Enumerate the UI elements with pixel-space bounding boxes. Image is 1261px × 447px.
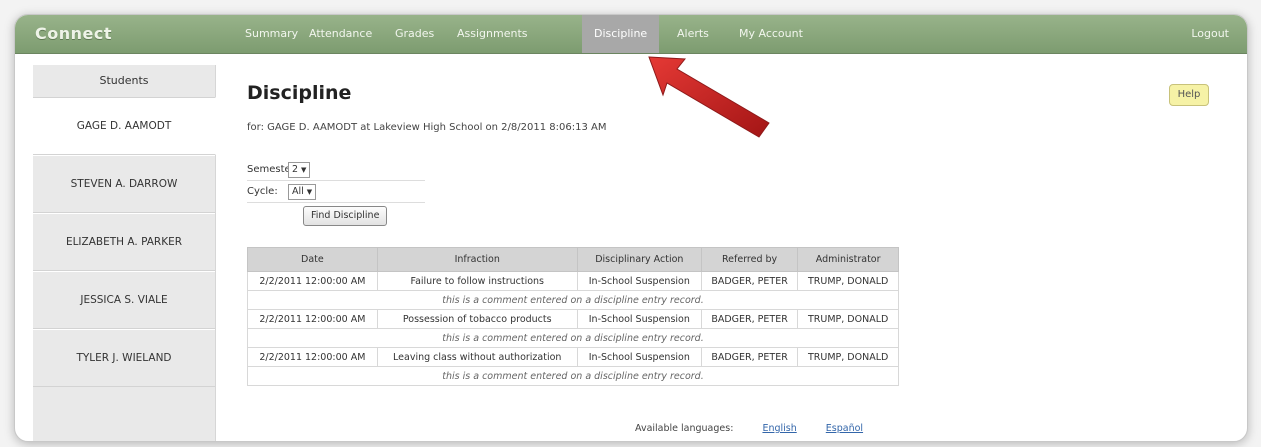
page-subtitle: for: GAGE D. AAMODT at Lakeview High Sch… xyxy=(247,122,607,133)
table-row: 2/2/2011 12:00:00 AM Possession of tobac… xyxy=(247,309,899,329)
col-referred-by[interactable]: Referred by xyxy=(700,247,799,272)
nav-attendance[interactable]: Attendance xyxy=(297,15,384,53)
chevron-down-icon: ▼ xyxy=(301,165,307,174)
student-item-elizabeth-parker[interactable]: ELIZABETH A. PARKER xyxy=(33,213,215,271)
col-administrator[interactable]: Administrator xyxy=(797,247,899,272)
comment-row: this is a comment entered on a disciplin… xyxy=(247,290,899,310)
brand-logo: Connect xyxy=(35,24,112,43)
cell-administrator: TRUMP, DONALD xyxy=(797,271,899,291)
nav-assignments[interactable]: Assignments xyxy=(445,15,540,53)
app-window: Connect Summary Attendance Grades Assign… xyxy=(14,14,1248,442)
language-selector: Available languages: English Español xyxy=(635,423,863,434)
cycle-row: Cycle: All ▼ xyxy=(247,181,425,203)
table-header-row: Date Infraction Disciplinary Action Refe… xyxy=(247,247,899,272)
cell-date: 2/2/2011 12:00:00 AM xyxy=(247,347,378,367)
cell-action: In-School Suspension xyxy=(576,271,702,291)
cell-referred-by: BADGER, PETER xyxy=(700,347,799,367)
cell-comment: this is a comment entered on a disciplin… xyxy=(247,290,899,310)
red-pointer-arrow-icon xyxy=(648,56,770,138)
top-navigation: Connect Summary Attendance Grades Assign… xyxy=(15,15,1247,54)
cell-infraction: Leaving class without authorization xyxy=(376,347,578,367)
semester-row: Semester: 2 ▼ xyxy=(247,159,425,181)
table-row: 2/2/2011 12:00:00 AM Leaving class witho… xyxy=(247,347,899,367)
language-english-link[interactable]: English xyxy=(762,423,796,434)
nav-grades[interactable]: Grades xyxy=(383,15,446,53)
cell-date: 2/2/2011 12:00:00 AM xyxy=(247,271,378,291)
cycle-value: All xyxy=(292,185,304,197)
cell-infraction: Failure to follow instructions xyxy=(376,271,578,291)
cell-action: In-School Suspension xyxy=(576,309,702,329)
cell-comment: this is a comment entered on a disciplin… xyxy=(247,366,899,386)
logout-link[interactable]: Logout xyxy=(1179,15,1241,53)
find-discipline-button[interactable]: Find Discipline xyxy=(303,206,388,226)
cell-administrator: TRUMP, DONALD xyxy=(797,309,899,329)
discipline-table: Date Infraction Disciplinary Action Refe… xyxy=(247,247,899,386)
nav-my-account[interactable]: My Account xyxy=(727,15,815,53)
col-disciplinary-action[interactable]: Disciplinary Action xyxy=(576,247,702,272)
languages-label: Available languages: xyxy=(635,423,734,434)
comment-row: this is a comment entered on a disciplin… xyxy=(247,366,899,386)
col-infraction[interactable]: Infraction xyxy=(376,247,578,272)
student-item-steven-darrow[interactable]: STEVEN A. DARROW xyxy=(33,155,215,213)
chevron-down-icon: ▼ xyxy=(306,187,313,196)
filter-form: Semester: 2 ▼ Cycle: All ▼ Find Discipline xyxy=(247,159,425,229)
col-date[interactable]: Date xyxy=(247,247,378,272)
language-espanol-link[interactable]: Español xyxy=(826,423,863,434)
sidebar-title: Students xyxy=(99,74,149,87)
nav-alerts[interactable]: Alerts xyxy=(665,15,721,53)
cycle-select[interactable]: All ▼ xyxy=(288,183,317,200)
student-item-gage-aamodt[interactable]: GAGE D. AAMODT xyxy=(33,97,216,155)
find-row: Find Discipline xyxy=(247,203,425,229)
cell-administrator: TRUMP, DONALD xyxy=(797,347,899,367)
table-row: 2/2/2011 12:00:00 AM Failure to follow i… xyxy=(247,271,899,291)
student-item-jessica-viale[interactable]: JESSICA S. VIALE xyxy=(33,271,215,329)
comment-row: this is a comment entered on a disciplin… xyxy=(247,328,899,348)
cell-infraction: Possession of tobacco products xyxy=(376,309,578,329)
cell-referred-by: BADGER, PETER xyxy=(700,309,799,329)
cell-comment: this is a comment entered on a disciplin… xyxy=(247,328,899,348)
semester-value: 2 xyxy=(292,163,299,175)
nav-discipline[interactable]: Discipline xyxy=(582,15,660,53)
cell-action: In-School Suspension xyxy=(576,347,702,367)
cycle-label: Cycle: xyxy=(247,186,278,197)
semester-select[interactable]: 2 ▼ xyxy=(288,161,311,178)
help-button[interactable]: Help xyxy=(1169,84,1209,106)
cell-date: 2/2/2011 12:00:00 AM xyxy=(247,309,378,329)
page-title: Discipline xyxy=(247,82,352,104)
student-item-tyler-wieland[interactable]: TYLER J. WIELAND xyxy=(33,329,215,387)
cell-referred-by: BADGER, PETER xyxy=(700,271,799,291)
student-sidebar: Students GAGE D. AAMODT STEVEN A. DARROW… xyxy=(33,65,216,441)
semester-label: Semester: xyxy=(247,164,298,175)
